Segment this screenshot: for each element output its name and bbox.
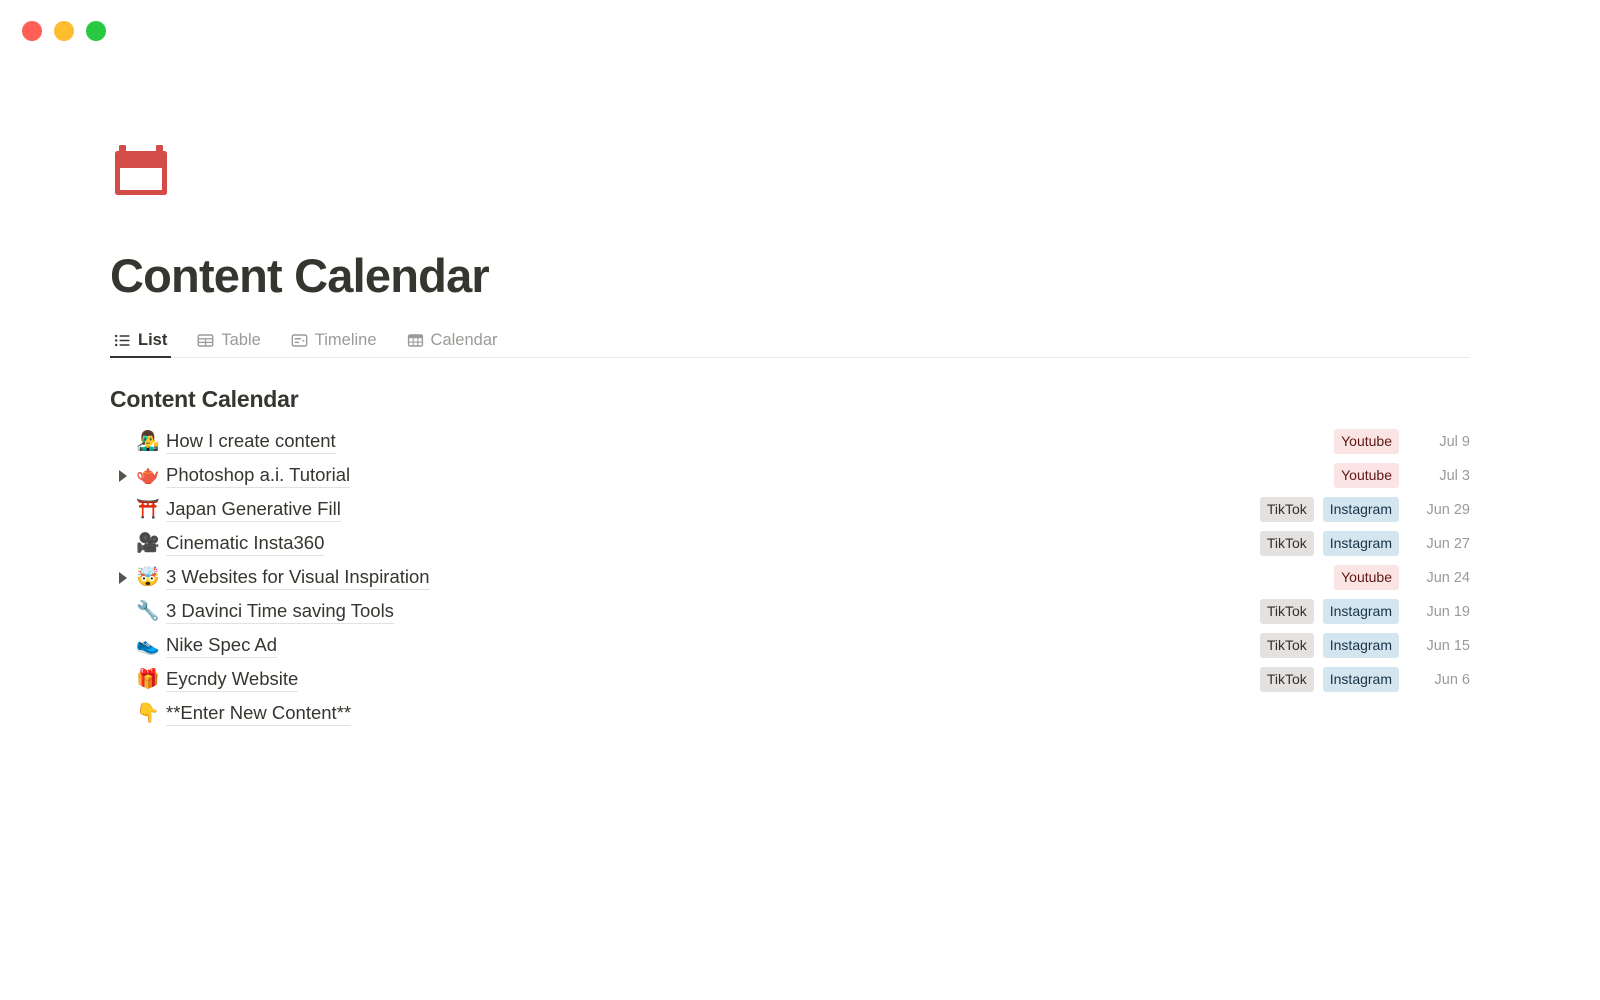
list-item-properties: TikTok Instagram Jun 19	[1259, 599, 1470, 625]
wrench-emoji: 🔧	[136, 600, 160, 623]
artist-emoji: 👨‍🎤	[136, 430, 160, 453]
platform-tag[interactable]: Instagram	[1322, 599, 1399, 625]
list-item[interactable]: 👨‍🎤 How I create content Youtube Jul 9	[110, 425, 1470, 459]
list-item[interactable]: 👟 Nike Spec Ad TikTok Instagram Jun 15	[110, 629, 1470, 663]
list-item-date[interactable]: Jun 19	[1408, 604, 1470, 620]
platform-tag[interactable]: TikTok	[1259, 599, 1314, 625]
page-title: Content Calendar	[110, 249, 490, 302]
list-item[interactable]: 🎥 Cinematic Insta360 TikTok Instagram Jun 27	[110, 527, 1470, 561]
list-item-title[interactable]: **Enter New Content**	[166, 702, 352, 726]
expand-toggle-icon[interactable]	[110, 469, 136, 482]
running-shoe-emoji: 👟	[136, 634, 160, 657]
calendar-icon[interactable]	[110, 140, 172, 202]
list-item-title[interactable]: Eycndy Website	[166, 668, 299, 692]
content-list: 👨‍🎤 How I create content Youtube Jul 9 🫖 Phot…	[110, 425, 1470, 731]
platform-tag[interactable]: TikTok	[1259, 667, 1314, 693]
list-item-properties: TikTok Instagram Jun 15	[1259, 633, 1470, 659]
app-window: Content Calendar List Table Timeline Cal…	[0, 0, 1600, 1000]
tab-timeline[interactable]: Timeline	[287, 325, 381, 357]
timeline-icon	[291, 332, 308, 349]
list-item-date[interactable]: Jul 3	[1408, 468, 1470, 484]
robot-cupcake-emoji: 🫖	[136, 464, 160, 487]
list-item[interactable]: 👇 **Enter New Content**	[110, 697, 1470, 731]
list-item[interactable]: ⛩️ Japan Generative Fill TikTok Instagram Ju…	[110, 493, 1470, 527]
list-item-properties: TikTok Instagram Jun 27	[1259, 531, 1470, 557]
page-container: Content Calendar List Table Timeline Cal…	[0, 0, 1600, 731]
gift-emoji: 🎁	[136, 668, 160, 691]
list-item-title[interactable]: How I create content	[166, 430, 336, 454]
list-item[interactable]: 🫖 Photoshop a.i. Tutorial Youtube Jul 3	[110, 459, 1470, 493]
platform-tag[interactable]: Instagram	[1322, 497, 1399, 523]
list-item-date[interactable]: Jun 6	[1408, 672, 1470, 688]
list-item-title[interactable]: 3 Davinci Time saving Tools	[166, 600, 394, 624]
list-item-title[interactable]: 3 Websites for Visual Inspiration	[166, 566, 430, 590]
tab-timeline-label: Timeline	[314, 331, 377, 350]
tab-table[interactable]: Table	[193, 325, 264, 357]
platform-tag[interactable]: Youtube	[1334, 565, 1399, 591]
list-item-properties: TikTok Instagram Jun 29	[1259, 497, 1470, 523]
platform-tag[interactable]: Instagram	[1322, 667, 1399, 693]
tab-calendar-label: Calendar	[430, 331, 498, 350]
list-item-properties: Youtube Jul 3	[1334, 463, 1470, 489]
platform-tag[interactable]: Instagram	[1322, 531, 1399, 557]
list-item-title[interactable]: Japan Generative Fill	[166, 498, 341, 522]
expand-toggle-icon[interactable]	[110, 571, 136, 584]
platform-tag[interactable]: Youtube	[1334, 429, 1399, 455]
list-item-date[interactable]: Jun 24	[1408, 570, 1470, 586]
pointing-down-emoji: 👇	[136, 702, 160, 725]
tab-list-label: List	[138, 331, 168, 350]
platform-tag[interactable]: TikTok	[1259, 497, 1314, 523]
platform-tag[interactable]: Youtube	[1334, 463, 1399, 489]
movie-camera-emoji: 🎥	[136, 532, 160, 555]
torii-gate-emoji: ⛩️	[136, 498, 160, 521]
list-item-title[interactable]: Nike Spec Ad	[166, 634, 278, 658]
list-item-properties: Youtube Jul 9	[1334, 429, 1470, 455]
list-item[interactable]: 🤯 3 Websites for Visual Inspiration Youtub…	[110, 561, 1470, 595]
list-icon	[114, 332, 131, 349]
list-item-date[interactable]: Jun 27	[1408, 536, 1470, 552]
list-item-date[interactable]: Jul 9	[1408, 434, 1470, 450]
platform-tag[interactable]: TikTok	[1259, 633, 1314, 659]
platform-tag[interactable]: TikTok	[1259, 531, 1314, 557]
list-item-title[interactable]: Cinematic Insta360	[166, 532, 325, 556]
table-icon	[197, 332, 214, 349]
view-tabs: List Table Timeline Calendar	[110, 324, 1470, 358]
platform-tag[interactable]: Instagram	[1322, 633, 1399, 659]
tab-table-label: Table	[221, 331, 261, 350]
calendar-view-icon	[407, 332, 424, 349]
tab-list[interactable]: List	[110, 325, 172, 358]
list-item-title[interactable]: Photoshop a.i. Tutorial	[166, 464, 351, 488]
list-item-date[interactable]: Jun 29	[1408, 502, 1470, 518]
list-item[interactable]: 🎁 Eycndy Website TikTok Instagram Jun 6	[110, 663, 1470, 697]
list-group-title: Content Calendar	[110, 385, 299, 412]
tab-calendar[interactable]: Calendar	[403, 325, 502, 357]
list-item[interactable]: 🔧 3 Davinci Time saving Tools TikTok Instag…	[110, 595, 1470, 629]
list-item-properties: Youtube Jun 24	[1334, 565, 1470, 591]
list-item-properties: TikTok Instagram Jun 6	[1259, 667, 1470, 693]
list-item-date[interactable]: Jun 15	[1408, 638, 1470, 654]
exploding-head-emoji: 🤯	[136, 566, 160, 589]
